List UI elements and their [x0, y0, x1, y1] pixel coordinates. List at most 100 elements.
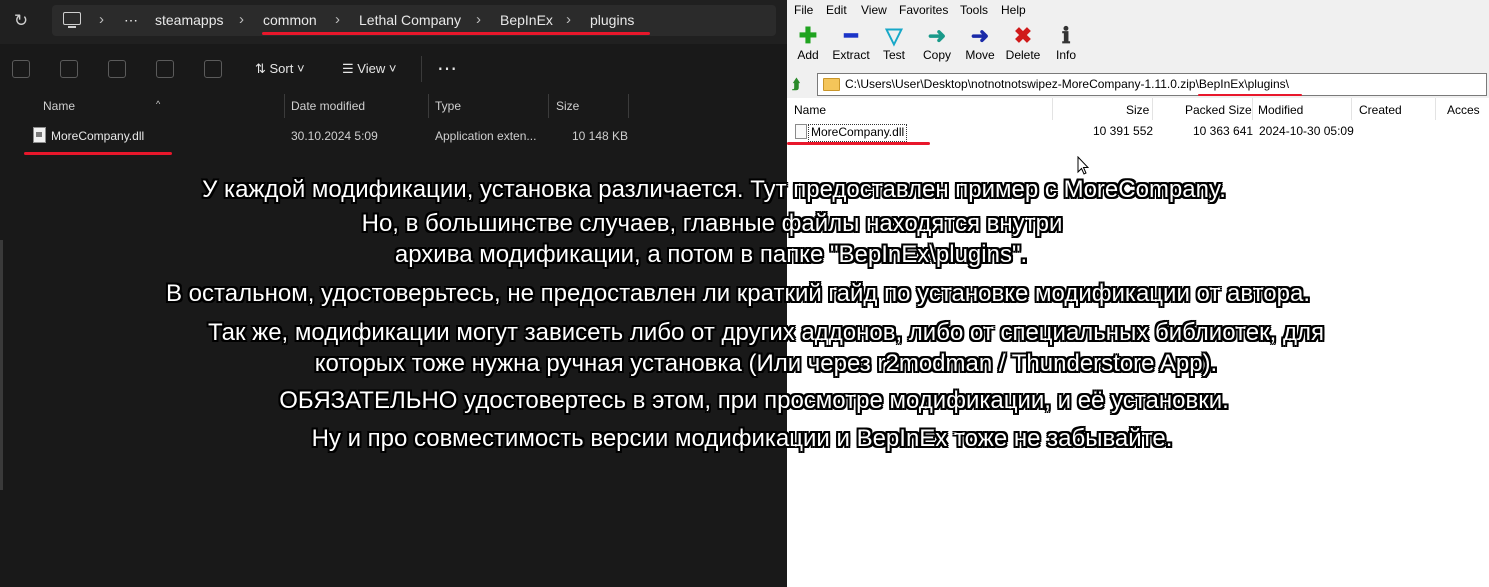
view-label: View	[357, 61, 386, 76]
check-icon: ▽	[885, 23, 903, 48]
column-divider[interactable]	[1152, 98, 1153, 120]
zip-path-bar: ⮭ C:\Users\User\Desktop\notnotnotswipez-…	[787, 70, 1489, 98]
folder-up-icon[interactable]: ⮭	[792, 76, 808, 92]
zip-file-name[interactable]: MoreCompany.dll	[808, 124, 908, 142]
zip-file-modified: 2024-10-30 05:09	[1259, 124, 1354, 138]
column-date-modified[interactable]: Date modified	[291, 99, 365, 113]
menu-bar: File Edit View Favorites Tools Help	[787, 0, 1489, 20]
copy-label: Copy	[922, 48, 951, 62]
zip-column-headers: Name Size Packed Size Modified Created A…	[787, 98, 1489, 120]
breadcrumb-ellipsis[interactable]: ⋯	[124, 12, 138, 29]
zip-file-size: 10 391 552	[1093, 124, 1154, 138]
file-date: 30.10.2024 5:09	[291, 129, 378, 143]
extract-button[interactable]: ━ Extract	[829, 23, 873, 63]
delete-x-icon: ✖	[1013, 23, 1033, 48]
column-divider[interactable]	[428, 94, 429, 118]
dll-file-icon	[33, 127, 46, 143]
extract-label: Extract	[832, 48, 870, 62]
menu-edit[interactable]: Edit	[826, 3, 847, 17]
menu-view[interactable]: View	[861, 3, 887, 17]
file-explorer-window: ↻ › ⋯ steamapps › common › Lethal Compan…	[0, 0, 787, 587]
explorer-command-bar: ⇅ Sort ˅ ☰ View ˅ ⋯	[0, 46, 787, 94]
chevron-right-icon: ›	[239, 11, 244, 28]
path-input[interactable]: C:\Users\User\Desktop\notnotnotswipez-Mo…	[817, 73, 1487, 96]
explorer-column-headers: ^ Name Date modified Type Size	[0, 94, 787, 118]
sort-label: Sort	[269, 61, 294, 76]
move-label: Move	[965, 48, 995, 62]
menu-file[interactable]: File	[794, 3, 813, 17]
test-label: Test	[882, 48, 905, 62]
breadcrumb-bepinex[interactable]: BepInEx	[500, 12, 553, 28]
red-underline-file	[24, 152, 172, 155]
breadcrumb-plugins[interactable]: plugins	[590, 12, 634, 28]
move-arrow-icon: ➜	[970, 23, 990, 48]
column-divider[interactable]	[1351, 98, 1352, 120]
more-options-button[interactable]: ⋯	[437, 56, 458, 81]
menu-favorites[interactable]: Favorites	[899, 3, 948, 17]
table-row[interactable]: MoreCompany.dll 10 391 552 10 363 641 20…	[787, 121, 1489, 142]
copy-icon[interactable]	[12, 60, 30, 78]
chevron-right-icon: ›	[566, 11, 571, 28]
chevron-right-icon: ›	[99, 11, 104, 28]
add-button[interactable]: ✚ Add	[786, 23, 830, 63]
seven-zip-window: File Edit View Favorites Tools Help ✚ Add…	[787, 0, 1489, 587]
rename-icon[interactable]	[108, 60, 126, 78]
zip-column-created[interactable]: Created	[1359, 103, 1402, 117]
copy-button[interactable]: ➜ Copy	[915, 23, 959, 63]
zip-column-packed-size[interactable]: Packed Size	[1185, 103, 1252, 117]
zip-column-name[interactable]: Name	[794, 103, 826, 117]
add-label: Add	[797, 48, 819, 62]
column-divider[interactable]	[1052, 98, 1053, 120]
column-divider[interactable]	[284, 94, 285, 118]
sort-button[interactable]: ⇅ Sort ˅	[255, 61, 305, 77]
refresh-icon[interactable]: ↻	[10, 10, 32, 32]
red-underline-zip-path	[1198, 94, 1302, 96]
move-button[interactable]: ➜ Move	[958, 23, 1002, 63]
column-divider[interactable]	[1252, 98, 1253, 120]
column-divider[interactable]	[1435, 98, 1436, 120]
column-divider[interactable]	[548, 94, 549, 118]
breadcrumb-common[interactable]: common	[263, 12, 317, 28]
zip-column-accessed[interactable]: Acces	[1447, 103, 1480, 117]
zip-file-packed: 10 363 641	[1193, 124, 1254, 138]
column-size[interactable]: Size	[556, 99, 579, 113]
sort-caret-icon: ^	[156, 99, 161, 109]
chevron-right-icon: ›	[335, 11, 340, 28]
folder-icon	[823, 78, 840, 91]
red-underline-zip-file	[787, 142, 930, 145]
paste-icon[interactable]	[60, 60, 78, 78]
chevron-right-icon: ›	[476, 11, 481, 28]
delete-icon[interactable]	[204, 60, 222, 78]
breadcrumb-steamapps[interactable]: steamapps	[155, 12, 223, 28]
plus-icon: ✚	[798, 23, 818, 48]
column-type[interactable]: Type	[435, 99, 461, 113]
breadcrumb-lethal-company[interactable]: Lethal Company	[359, 12, 461, 28]
path-text: C:\Users\User\Desktop\notnotnotswipez-Mo…	[845, 77, 1289, 91]
this-pc-icon[interactable]	[63, 12, 81, 28]
menu-help[interactable]: Help	[1001, 3, 1026, 17]
toolbar-divider	[421, 56, 422, 82]
zip-column-size[interactable]: Size	[1126, 103, 1149, 117]
delete-button[interactable]: ✖ Delete	[1001, 23, 1045, 63]
table-row[interactable]: MoreCompany.dll 30.10.2024 5:09 Applicat…	[0, 123, 787, 149]
delete-label: Delete	[1005, 48, 1041, 62]
info-button[interactable]: ℹ Info	[1044, 23, 1088, 63]
dll-file-icon	[795, 124, 807, 139]
explorer-address-area: ↻ › ⋯ steamapps › common › Lethal Compan…	[0, 0, 787, 44]
copy-arrow-icon: ➜	[927, 23, 947, 48]
share-icon[interactable]	[156, 60, 174, 78]
column-divider[interactable]	[628, 94, 629, 118]
info-icon: ℹ	[1061, 23, 1071, 48]
test-button[interactable]: ▽ Test	[872, 23, 916, 63]
red-underline-path	[262, 32, 650, 35]
minus-icon: ━	[844, 23, 858, 48]
menu-tools[interactable]: Tools	[960, 3, 988, 17]
column-name[interactable]: Name	[43, 99, 75, 113]
view-button[interactable]: ☰ View ˅	[342, 61, 396, 77]
file-type: Application exten...	[435, 129, 537, 143]
scrollbar[interactable]	[0, 240, 3, 490]
file-name[interactable]: MoreCompany.dll	[51, 129, 144, 143]
zip-toolbar: ✚ Add ━ Extract ▽ Test ➜ Copy ➜ Move ✖ Delete …	[787, 20, 1489, 70]
file-size: 10 148 KB	[572, 129, 629, 143]
zip-column-modified[interactable]: Modified	[1258, 103, 1303, 117]
